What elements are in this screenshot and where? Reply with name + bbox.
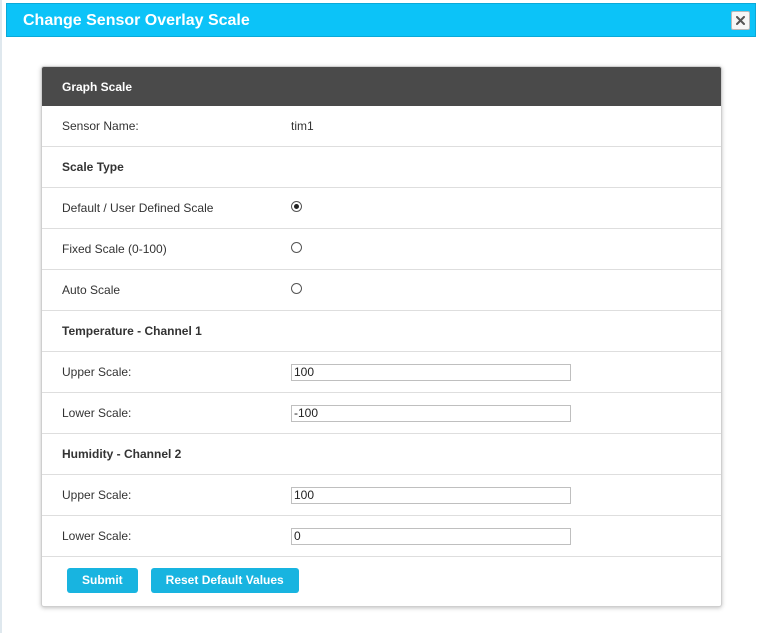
reset-default-values-button[interactable]: Reset Default Values (150, 567, 299, 593)
background-page-edge (0, 0, 2, 633)
close-x-icon (736, 16, 745, 25)
scale-option-row: Fixed Scale (0-100) (42, 229, 721, 270)
close-button[interactable] (731, 11, 750, 30)
scale-option-label-default: Default / User Defined Scale (62, 201, 214, 215)
channel2-lower-row: Lower Scale: (42, 516, 721, 557)
radio-fixed-scale[interactable] (291, 242, 302, 253)
radio-auto-scale[interactable] (291, 283, 302, 294)
scale-option-row: Auto Scale (42, 270, 721, 311)
graph-scale-panel: Graph Scale Sensor Name: tim1 Scale Type… (41, 66, 722, 607)
channel1-lower-row: Lower Scale: (42, 393, 721, 434)
dialog-title: Change Sensor Overlay Scale (23, 12, 250, 29)
channel2-heading: Humidity - Channel 2 (62, 447, 182, 461)
scale-type-heading-row: Scale Type (42, 147, 721, 188)
channel1-upper-scale-input[interactable] (291, 363, 571, 381)
sensor-name-value: tim1 (291, 119, 314, 133)
dialog-titlebar: Change Sensor Overlay Scale (6, 3, 756, 37)
channel2-lower-label: Lower Scale: (62, 529, 132, 543)
button-bar: Submit Reset Default Values (42, 557, 721, 603)
channel1-heading-row: Temperature - Channel 1 (42, 311, 721, 352)
submit-button[interactable]: Submit (67, 567, 138, 593)
channel1-heading: Temperature - Channel 1 (62, 324, 202, 338)
scale-type-heading: Scale Type (62, 160, 124, 174)
channel2-upper-label: Upper Scale: (62, 488, 132, 502)
scale-option-label-fixed: Fixed Scale (0-100) (62, 242, 167, 256)
channel1-upper-row: Upper Scale: (42, 352, 721, 393)
channel1-upper-label: Upper Scale: (62, 365, 132, 379)
channel2-upper-scale-input[interactable] (291, 486, 571, 504)
scale-option-row: Default / User Defined Scale (42, 188, 721, 229)
change-sensor-overlay-scale-dialog: Change Sensor Overlay Scale Graph Scale … (6, 3, 759, 633)
channel2-lower-scale-input[interactable] (291, 527, 571, 545)
channel2-heading-row: Humidity - Channel 2 (42, 434, 721, 475)
sensor-name-label: Sensor Name: (62, 119, 139, 133)
channel1-lower-label: Lower Scale: (62, 406, 132, 420)
panel-header: Graph Scale (42, 67, 721, 106)
channel1-lower-scale-input[interactable] (291, 404, 571, 422)
channel2-upper-row: Upper Scale: (42, 475, 721, 516)
radio-default-scale[interactable] (291, 201, 302, 212)
scale-option-label-auto: Auto Scale (62, 283, 121, 297)
sensor-name-row: Sensor Name: tim1 (42, 106, 721, 147)
